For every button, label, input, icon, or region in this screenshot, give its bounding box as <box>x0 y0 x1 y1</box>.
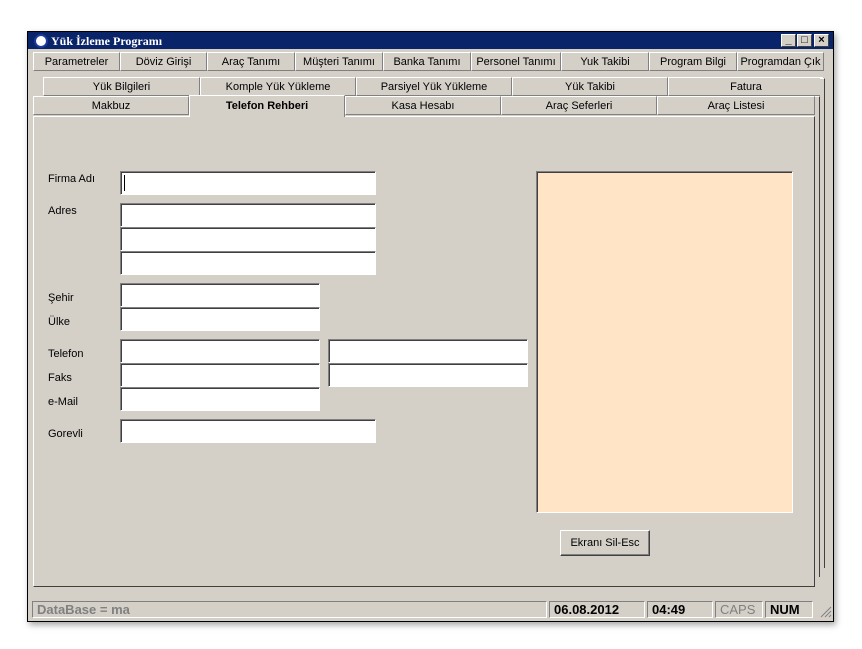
tab-telefon-rehberi[interactable]: Telefon Rehberi <box>189 95 345 117</box>
tab-arac-seferleri[interactable]: Araç Seferleri <box>501 96 657 115</box>
sehir-label: Şehir <box>48 292 74 304</box>
status-database: DataBase = ma <box>32 601 547 618</box>
tab-programdan-cik[interactable]: Programdan Çık <box>737 52 824 71</box>
firma-adi-label: Firma Adı <box>48 173 96 185</box>
tab-arac-tanimi[interactable]: Araç Tanımı <box>207 52 295 71</box>
rehber-list-box[interactable] <box>536 171 793 513</box>
tab-banka-tanimi[interactable]: Banka Tanımı <box>383 52 471 71</box>
maximize-icon: □ <box>801 34 808 46</box>
telefon-label: Telefon <box>48 348 84 360</box>
tab-musteri-tanimi[interactable]: Müşteri Tanımı <box>295 52 383 71</box>
tab-stack-edge <box>815 96 820 577</box>
status-caps: CAPS <box>715 601 763 618</box>
faks-input-1[interactable] <box>120 363 320 387</box>
status-date: 06.08.2012 <box>549 601 645 618</box>
faks-input-2[interactable] <box>328 363 528 387</box>
close-icon: × <box>818 34 825 46</box>
status-num: NUM <box>765 601 813 618</box>
tab-kasa-hesabi[interactable]: Kasa Hesabı <box>345 96 501 115</box>
tab-yuk-takibi[interactable]: Yük Takibi <box>512 77 668 96</box>
adres-line2-input[interactable] <box>120 227 376 251</box>
tab-komple-yuk-yukleme[interactable]: Komple Yük Yükleme <box>200 77 356 96</box>
ulke-input[interactable] <box>120 307 320 331</box>
adres-line1-input[interactable] <box>120 203 376 227</box>
clear-screen-button[interactable]: Ekranı Sil-Esc <box>560 530 650 556</box>
tab-parsiyel-yuk-yukleme[interactable]: Parsiyel Yük Yükleme <box>356 77 512 96</box>
email-label: e-Mail <box>48 396 78 408</box>
adres-label: Adres <box>48 205 77 217</box>
tab-fatura[interactable]: Fatura <box>668 77 824 96</box>
status-time: 04:49 <box>647 601 713 618</box>
firma-adi-input[interactable] <box>120 171 376 195</box>
gorevli-label: Gorevli <box>48 428 83 440</box>
resize-grip-icon[interactable] <box>818 604 832 618</box>
adres-line3-input[interactable] <box>120 251 376 275</box>
window-title: Yük İzleme Programı <box>51 34 163 48</box>
text-caret <box>124 175 125 191</box>
email-input[interactable] <box>120 387 320 411</box>
minimize-icon: _ <box>785 34 792 46</box>
maximize-button[interactable]: □ <box>797 34 812 47</box>
faks-label: Faks <box>48 372 72 384</box>
tab-personel-tanimi[interactable]: Personel Tanımı <box>471 52 561 71</box>
sehir-input[interactable] <box>120 283 320 307</box>
tab-program-bilgi[interactable]: Program Bilgi <box>649 52 737 71</box>
app-icon <box>34 34 48 48</box>
tab-arac-listesi[interactable]: Araç Listesi <box>657 96 815 115</box>
telefon-input-1[interactable] <box>120 339 320 363</box>
tab-yuk-bilgileri[interactable]: Yük Bilgileri <box>43 77 200 96</box>
gorevli-input[interactable] <box>120 419 376 443</box>
tab-doviz-girisi[interactable]: Döviz Girişi <box>120 52 207 71</box>
minimize-button[interactable]: _ <box>781 34 796 47</box>
tab-yuk-takibi-menu[interactable]: Yuk Takibi <box>561 52 649 71</box>
tab-stack-edge <box>820 78 825 568</box>
tab-makbuz[interactable]: Makbuz <box>33 96 189 115</box>
telefon-input-2[interactable] <box>328 339 528 363</box>
tab-parametreler[interactable]: Parametreler <box>33 52 120 71</box>
close-button[interactable]: × <box>814 34 829 47</box>
ulke-label: Ülke <box>48 316 71 328</box>
